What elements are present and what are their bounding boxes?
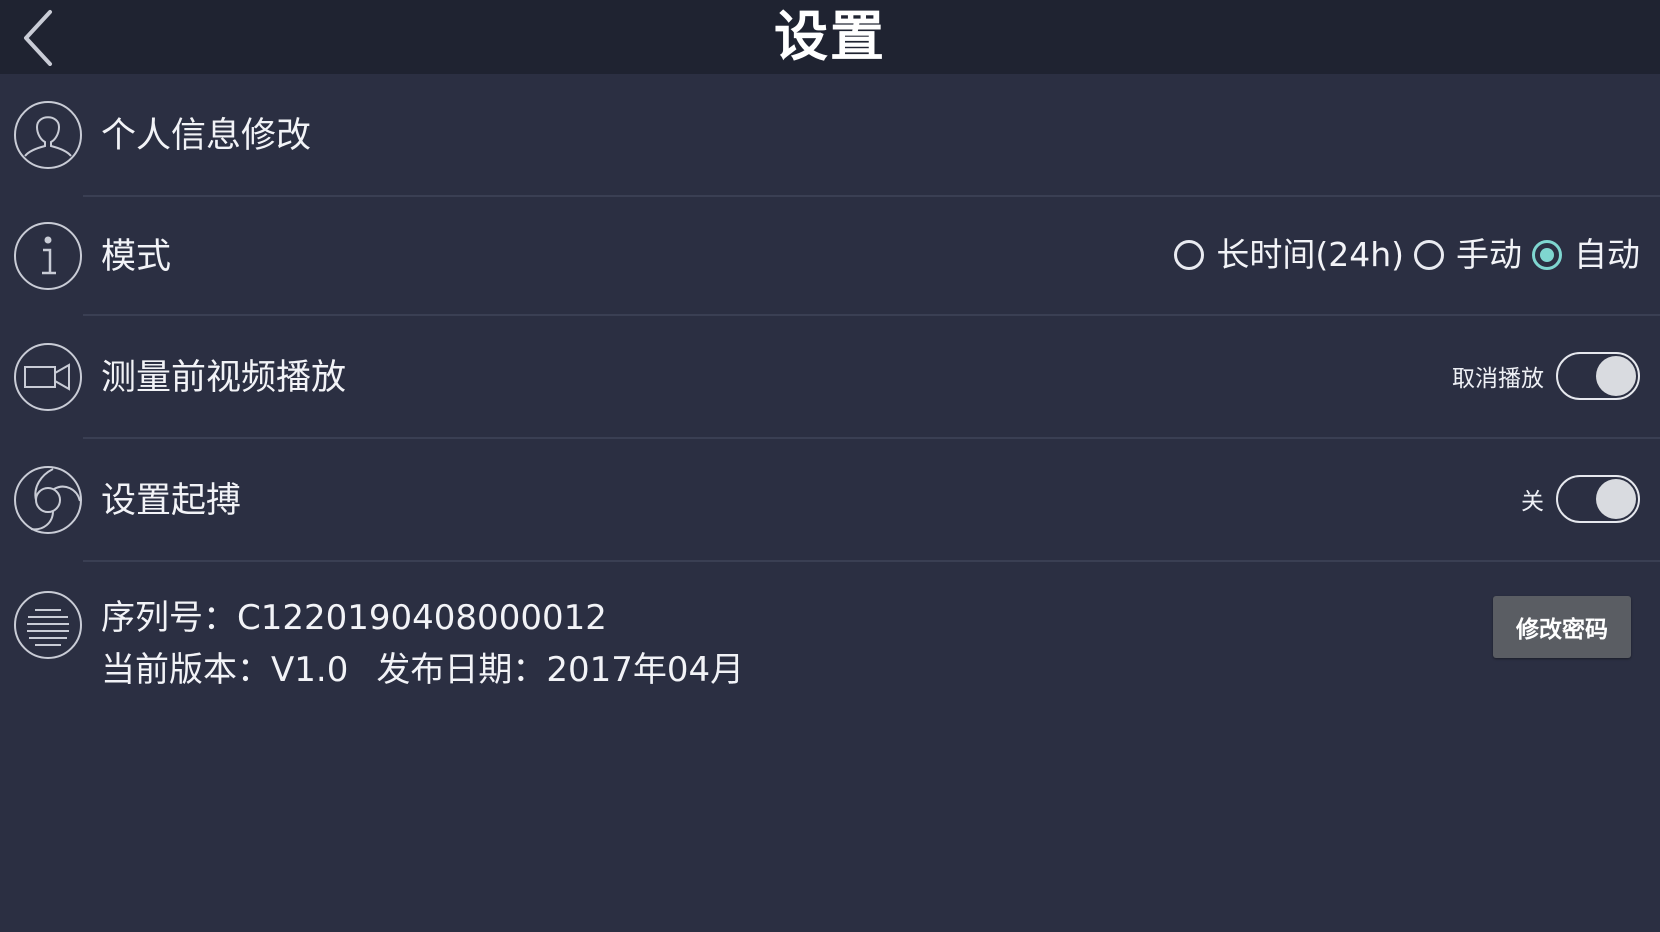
radio-circle[interactable]: [1414, 240, 1444, 270]
settings-row-video: 测量前视频播放 取消播放: [0, 316, 1660, 437]
radio-circle[interactable]: [1174, 240, 1205, 270]
serial-value: C1220190408000012: [237, 598, 607, 638]
start-label: 设置起搏: [101, 481, 242, 521]
page-title: 设置: [774, 5, 886, 68]
settings-row-mode: 模式 长时间(24h) 手动 自动: [0, 197, 1660, 314]
video-label: 测量前视频播放: [101, 358, 347, 398]
mode-option-label: 长时间(24h): [1216, 235, 1404, 274]
device-info: 序列号：C1220190408000012 当前版本：V1.0 发布日期：2017…: [101, 592, 744, 696]
change-password-button[interactable]: 修改密码: [1493, 596, 1631, 658]
video-toggle-wrap: 取消播放: [1452, 352, 1640, 400]
mode-option-label: 自动: [1574, 235, 1640, 274]
toggle-knob: [1596, 479, 1636, 519]
version-line: 当前版本：V1.0 发布日期：2017年04月: [101, 644, 744, 696]
aperture-icon: [13, 465, 83, 535]
video-toggle-text: 取消播放: [1452, 366, 1544, 392]
version-label: 当前版本：: [101, 650, 271, 690]
list-icon: [13, 590, 83, 660]
video-camera-icon: [13, 342, 83, 412]
settings-row-profile[interactable]: 个人信息修改: [0, 74, 1660, 196]
radio-circle-selected[interactable]: [1532, 240, 1562, 270]
settings-row-start: 设置起搏 关: [0, 439, 1660, 560]
user-icon: [13, 100, 83, 170]
settings-row-info: 序列号：C1220190408000012 当前版本：V1.0 发布日期：2017…: [0, 562, 1660, 722]
info-icon: [13, 221, 83, 291]
header-bar: 设置: [0, 0, 1660, 74]
profile-label: 个人信息修改: [101, 116, 312, 156]
start-toggle-wrap: 关: [1521, 475, 1640, 523]
start-toggle[interactable]: [1556, 475, 1640, 523]
video-toggle[interactable]: [1556, 352, 1640, 400]
mode-option-manual[interactable]: 手动: [1414, 235, 1522, 275]
date-value: 2017年04月: [546, 650, 745, 690]
mode-option-auto[interactable]: 自动: [1532, 235, 1640, 275]
date-label: 发布日期：: [376, 650, 547, 690]
settings-screen: 设置 个人信息修改 模式 长时间(24h) 手动 自动 测量前视频播放 取消播放…: [0, 0, 1660, 932]
serial-label: 序列号：: [101, 598, 237, 638]
start-toggle-text: 关: [1521, 489, 1544, 515]
toggle-knob: [1596, 356, 1636, 396]
mode-option-label: 手动: [1456, 235, 1522, 274]
mode-radio-group: 长时间(24h) 手动 自动: [1164, 235, 1640, 275]
mode-label: 模式: [101, 237, 172, 277]
serial-line: 序列号：C1220190408000012: [101, 592, 744, 644]
version-value: V1.0: [271, 650, 349, 690]
mode-option-long-time[interactable]: 长时间(24h): [1174, 235, 1404, 275]
